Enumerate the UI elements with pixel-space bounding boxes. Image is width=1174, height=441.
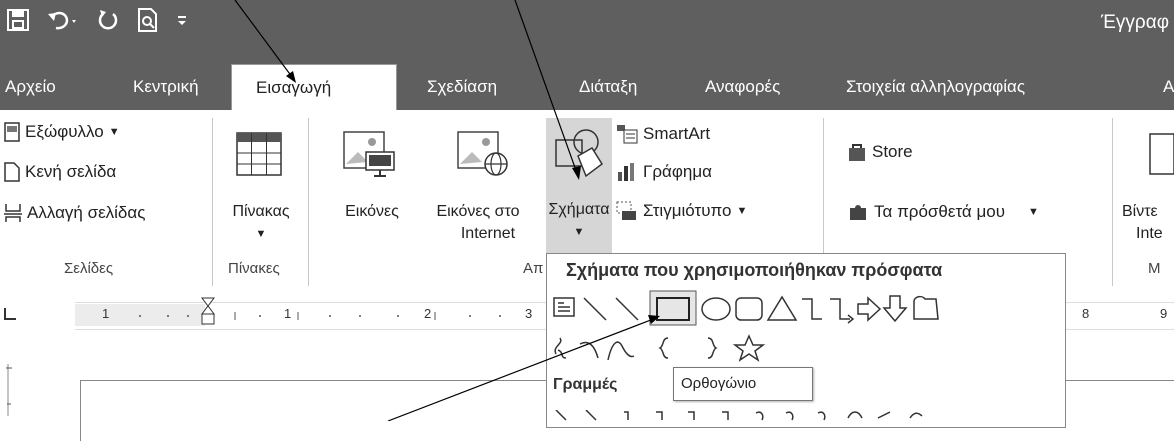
tab-insert[interactable]: Εισαγωγή (231, 64, 397, 112)
ruler-number: 1 (102, 306, 110, 321)
rectangle-shape-icon[interactable] (649, 290, 697, 326)
smartart-button[interactable]: SmartArt (616, 124, 710, 144)
table-icon (236, 132, 282, 176)
oval-shape-icon[interactable] (701, 297, 731, 321)
smartart-icon (617, 125, 638, 144)
undo-icon[interactable] (46, 8, 80, 32)
online-pictures-icon (457, 131, 508, 176)
elbow-arrow-shape-icon[interactable] (830, 298, 855, 324)
bar-chart-icon (618, 163, 634, 181)
line-shape-icon[interactable] (583, 297, 607, 321)
chart-button[interactable]: Γράφημα (616, 162, 712, 182)
chevron-down-icon: ▼ (108, 126, 120, 138)
tab-design[interactable]: Σχεδίαση (427, 64, 497, 110)
pages-group-label: Σελίδες (64, 260, 114, 277)
right-brace-shape-icon[interactable] (707, 337, 718, 359)
vertical-ruler (6, 364, 12, 416)
ruler-number: 8 (1082, 306, 1090, 321)
illustrations-group-label: Απ (523, 260, 544, 277)
star-shape-icon[interactable] (732, 334, 766, 362)
cover-page-button[interactable]: Εξώφυλλο ▼ (4, 122, 120, 142)
tab-selector-icon[interactable] (4, 308, 16, 320)
recent-shapes-row-2 (554, 334, 766, 362)
blank-page-button[interactable]: Κενή σελίδα (4, 162, 116, 182)
chevron-down-icon: ▼ (573, 226, 585, 238)
curve-shape-icon[interactable] (607, 341, 635, 361)
tab-layout[interactable]: Διάταξη (579, 64, 637, 110)
shapes-button[interactable]: Σχήματα ▼ (546, 118, 612, 256)
cover-page-icon (4, 122, 20, 142)
chevron-down-icon: ▼ (255, 228, 267, 240)
right-arrow-shape-icon[interactable] (857, 296, 882, 322)
arrow-line-shape-icon[interactable] (615, 297, 639, 321)
tab-home[interactable]: Κεντρική (133, 64, 199, 110)
tab-file[interactable]: Αρχείο (5, 64, 56, 110)
group-separator (308, 118, 309, 286)
group-separator (212, 118, 213, 286)
shapes-icon (555, 129, 604, 178)
my-addins-button[interactable]: Τα πρόσθετά μου ▼ (847, 202, 1039, 222)
blank-page-icon (4, 162, 20, 182)
table-button[interactable]: Πίνακας ▼ (218, 120, 304, 256)
tables-group-label: Πίνακες (228, 260, 280, 277)
rounded-rectangle-shape-icon[interactable] (735, 297, 763, 321)
pictures-button[interactable]: Εικόνες (334, 120, 410, 256)
puzzle-icon (850, 205, 866, 220)
online-pictures-button[interactable]: Εικόνες στο Internet (410, 120, 546, 256)
save-icon[interactable] (6, 8, 30, 32)
store-button[interactable]: Store (847, 142, 913, 162)
recent-shapes-heading: Σχήματα που χρησιμοποιήθηκαν πρόσφατα (566, 260, 943, 280)
elbow-connector-shape-icon[interactable] (802, 298, 822, 320)
tab-references[interactable]: Αναφορές (705, 64, 780, 110)
rectangle-tooltip: Ορθογώνιο (673, 367, 813, 401)
down-arrow-shape-icon[interactable] (882, 295, 908, 323)
media-group-label: Μ (1148, 260, 1161, 277)
arc-shape-icon[interactable] (579, 341, 599, 359)
store-icon (849, 144, 865, 161)
group-separator (1112, 118, 1113, 286)
tab-mailings[interactable]: Στοιχεία αλληλογραφίας (846, 64, 1025, 110)
customize-qat-icon[interactable] (176, 13, 188, 27)
lines-section-heading: Γραμμές (553, 376, 618, 393)
snip-rectangle-shape-icon[interactable] (913, 295, 939, 320)
chevron-down-icon: ▼ (736, 205, 748, 217)
page-break-button[interactable]: Αλλαγή σελίδας (4, 203, 145, 223)
pictures-icon (343, 131, 395, 177)
chevron-down-icon: ▼ (1028, 206, 1039, 218)
redo-icon[interactable] (96, 8, 120, 32)
screenshot-button[interactable]: Στιγμιότυπο ▼ (616, 201, 747, 221)
quick-access-toolbar (6, 2, 188, 38)
print-preview-icon[interactable] (136, 7, 160, 33)
triangle-shape-icon[interactable] (766, 295, 798, 321)
recent-shapes-row (553, 290, 939, 326)
tab-review[interactable]: Α (1163, 64, 1174, 110)
document-title: Έγγραφ (1101, 12, 1170, 33)
page-break-icon (4, 204, 22, 222)
lines-row (555, 410, 923, 421)
ruler-ticks (139, 312, 501, 320)
text-box-shape-icon[interactable] (553, 297, 575, 317)
video-icon (1149, 133, 1174, 175)
scribble-shape-icon[interactable] (554, 337, 567, 359)
left-brace-shape-icon[interactable] (658, 337, 669, 359)
ruler-number: 9 (1160, 306, 1168, 321)
online-video-button[interactable]: Βίντε Inte (1122, 120, 1174, 256)
screenshot-icon (616, 201, 636, 220)
